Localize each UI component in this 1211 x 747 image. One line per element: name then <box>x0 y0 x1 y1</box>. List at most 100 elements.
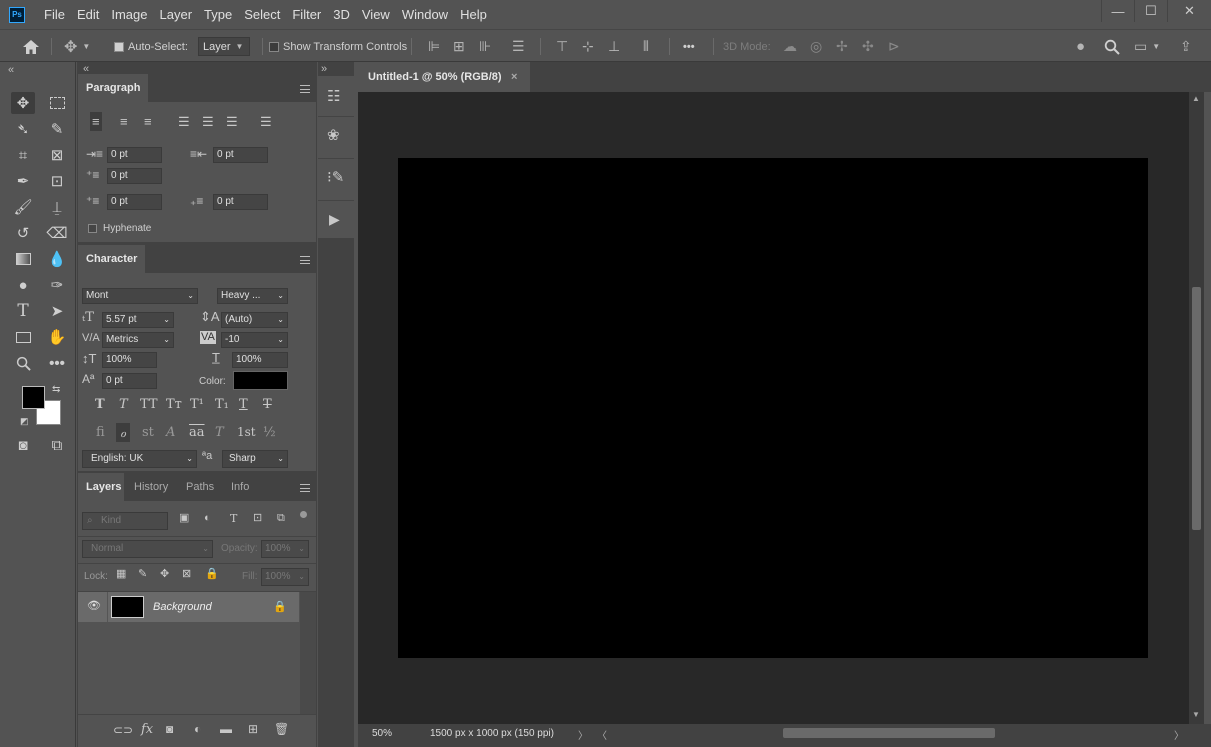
channels-icon[interactable]: ❀ <box>327 128 340 143</box>
vertical-scroll-thumb[interactable] <box>1192 287 1201 530</box>
fx-icon[interactable]: fx <box>141 723 153 736</box>
paragraph-menu-icon[interactable] <box>300 85 310 93</box>
horizontal-scroll-thumb[interactable] <box>783 728 995 738</box>
scroll-right-icon[interactable]: 〉 <box>1174 727 1184 742</box>
edit-toolbar-icon[interactable]: ••• <box>45 352 69 374</box>
filter-toggle-icon[interactable] <box>300 511 307 518</box>
character-menu-icon[interactable] <box>300 256 310 264</box>
crop-tool-icon[interactable]: ⌗ <box>11 144 35 166</box>
menu-layer[interactable]: Layer <box>154 7 199 22</box>
new-layer-icon[interactable]: ⊞ <box>248 723 258 735</box>
justify-all-icon[interactable]: ☰ <box>260 115 272 128</box>
delete-layer-icon[interactable]: 🗑 <box>274 723 289 735</box>
eye-icon[interactable]: 👁 <box>87 599 101 612</box>
text-color-swatch[interactable] <box>233 371 288 390</box>
menu-help[interactable]: Help <box>454 7 493 22</box>
screen-mode-icon[interactable]: ⧉ <box>45 434 69 456</box>
tab-info[interactable]: Info <box>223 473 257 501</box>
3d-pan-icon[interactable]: ✢ <box>836 30 848 63</box>
layers-menu-icon[interactable] <box>300 484 310 492</box>
move-tool-preset-icon[interactable]: ✥ ▼ <box>64 30 90 63</box>
home-icon[interactable] <box>22 30 40 63</box>
document-canvas[interactable] <box>398 158 1148 658</box>
stylistic-alternates-icon[interactable]: aa <box>189 426 205 439</box>
pen-tool-icon[interactable]: ✑ <box>45 274 69 296</box>
space-before-input[interactable]: 0 pt <box>107 194 162 210</box>
space-after-input[interactable]: 0 pt <box>213 194 268 210</box>
spot-healing-tool-icon[interactable]: ⊡ <box>45 170 69 192</box>
zoom-level[interactable]: 50% <box>372 728 392 739</box>
show-transform-checkbox[interactable]: Show Transform Controls <box>269 30 407 63</box>
align-text-center-icon[interactable]: ≡ <box>120 115 128 128</box>
lock-all-icon[interactable]: 🔒 <box>205 569 219 580</box>
workspace-switcher-button[interactable]: ▭ ▼ <box>1134 30 1160 63</box>
underline-icon[interactable]: T <box>239 398 248 411</box>
scroll-left-icon[interactable]: 〈 <box>597 727 607 742</box>
adjustment-layer-icon[interactable]: ◐ <box>194 723 201 735</box>
justify-last-right-icon[interactable]: ☰ <box>226 115 238 128</box>
close-button[interactable]: ✕ <box>1167 0 1211 22</box>
hand-tool-icon[interactable]: ✋ <box>45 326 69 348</box>
indent-right-input[interactable]: 0 pt <box>213 147 268 163</box>
font-style-dropdown[interactable]: Heavy ... ⌄ <box>217 288 288 304</box>
justify-last-left-icon[interactable]: ☰ <box>178 115 190 128</box>
lock-artboard-icon[interactable]: ⊠ <box>182 569 191 580</box>
eraser-tool-icon[interactable]: ⌫ <box>45 222 69 244</box>
blur-tool-icon[interactable]: 💧 <box>45 248 69 270</box>
app-logo[interactable]: Ps <box>9 6 25 23</box>
fill-input[interactable]: 100% ⌄ <box>261 568 309 586</box>
menu-filter[interactable]: Filter <box>286 7 327 22</box>
tab-layers[interactable]: Layers <box>78 473 124 501</box>
fractions-icon[interactable]: ½ <box>263 426 276 439</box>
link-layers-icon[interactable]: ⊂⊃ <box>113 724 133 736</box>
opacity-input[interactable]: 100% ⌄ <box>261 540 309 558</box>
faux-italic-icon[interactable]: T <box>119 398 128 411</box>
superscript-icon[interactable]: T¹ <box>190 398 204 411</box>
tab-paths[interactable]: Paths <box>178 473 222 501</box>
menu-edit[interactable]: Edit <box>71 7 105 22</box>
distribute-horizontal-icon[interactable]: ⫴ <box>643 30 649 63</box>
auto-select-target-dropdown[interactable]: Layer ▼ <box>198 37 250 56</box>
filter-type-icon[interactable]: T <box>230 513 237 524</box>
brush-tool-icon[interactable]: 🖌 <box>11 196 35 218</box>
align-left-icon[interactable]: ⊫ <box>428 30 440 63</box>
discretionary-ligatures-icon[interactable]: st <box>142 426 154 439</box>
swash-icon[interactable]: A <box>166 426 175 439</box>
tracking-input[interactable]: -10 ⌄ <box>221 332 288 348</box>
filter-adjustment-icon[interactable]: ◐ <box>204 513 211 524</box>
toolbox-collapse-icon[interactable]: « <box>8 64 14 76</box>
font-size-input[interactable]: 5.57 pt ⌄ <box>102 312 174 328</box>
3d-scale-icon[interactable]: ⊳ <box>888 30 900 63</box>
menu-window[interactable]: Window <box>396 7 454 22</box>
close-tab-icon[interactable]: × <box>511 62 517 92</box>
old-style-icon[interactable]: ℴ <box>116 423 131 442</box>
align-bottom-icon[interactable]: ⊥ <box>608 30 620 63</box>
zoom-tool-icon[interactable] <box>11 352 35 374</box>
quick-mask-icon[interactable]: ◙ <box>11 434 35 456</box>
menu-view[interactable]: View <box>356 7 396 22</box>
distribute-vertical-icon[interactable]: ☰ <box>512 30 525 63</box>
hyphenate-checkbox[interactable] <box>88 224 97 233</box>
foreground-color-swatch[interactable] <box>22 386 45 409</box>
minimize-button[interactable]: — <box>1101 0 1134 22</box>
filter-shape-icon[interactable]: ⊡ <box>253 513 262 524</box>
align-hcenter-icon[interactable]: ⊞ <box>453 30 465 63</box>
indent-left-input[interactable]: 0 pt <box>107 147 162 163</box>
titling-alternates-icon[interactable]: T <box>215 426 224 439</box>
learn-icon[interactable]: ● <box>1076 30 1085 63</box>
align-text-left-icon[interactable]: ≡ <box>90 112 102 131</box>
faux-bold-icon[interactable]: T <box>95 398 105 411</box>
align-vcenter-icon[interactable]: ⊹ <box>582 30 594 63</box>
small-caps-icon[interactable]: Tт <box>166 398 182 411</box>
3d-orbit-icon[interactable]: ☁ <box>783 30 797 63</box>
horizontal-scale-input[interactable]: 100% <box>232 352 288 368</box>
add-mask-icon[interactable]: ◙ <box>166 723 173 735</box>
marquee-tool-icon[interactable] <box>45 92 69 114</box>
lock-position-icon[interactable]: ✥ <box>160 569 169 580</box>
move-tool-icon[interactable]: ✥ <box>11 92 35 114</box>
lasso-tool-icon[interactable]: ➴ <box>11 118 35 140</box>
clone-stamp-tool-icon[interactable]: ⍊ <box>45 196 69 218</box>
history-brush-tool-icon[interactable]: ↺ <box>11 222 35 244</box>
justify-last-center-icon[interactable]: ☰ <box>202 115 214 128</box>
scroll-down-icon[interactable]: ▼ <box>1192 710 1200 719</box>
